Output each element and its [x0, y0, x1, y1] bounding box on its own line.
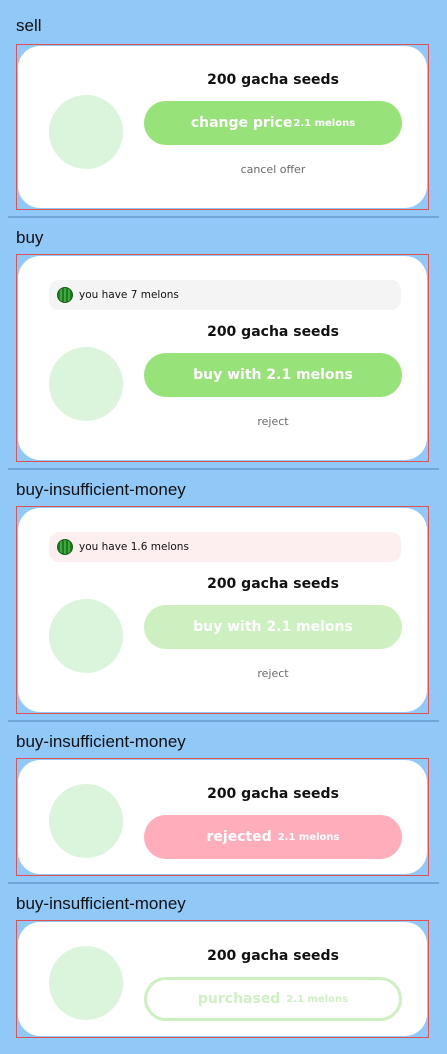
reject-link[interactable]: reject: [144, 667, 402, 680]
section-rejected: buy-insufficient-money 200 gacha seeds r…: [0, 722, 447, 884]
preview-frame: 200 gacha seeds rejected 2.1 melons: [16, 758, 429, 876]
section-buy: buy you have 7 melons 200 gacha seeds bu…: [0, 218, 447, 470]
section-buy-insufficient: buy-insufficient-money you have 1.6 melo…: [0, 470, 447, 722]
item-title: 200 gacha seeds: [207, 786, 339, 802]
preview-frame: you have 1.6 melons 200 gacha seeds buy …: [16, 506, 429, 714]
button-label: purchased: [197, 991, 281, 1007]
button-price: 2.1 melons: [286, 993, 349, 1005]
button-price: 2.1 melons: [277, 831, 340, 843]
preview-frame: you have 7 melons 200 gacha seeds buy wi…: [16, 254, 429, 462]
item-image: [49, 347, 123, 421]
balance-text: you have 1.6 melons: [79, 541, 189, 553]
section-title: sell: [16, 16, 42, 35]
cancel-offer-link[interactable]: cancel offer: [144, 163, 402, 176]
reject-link[interactable]: reject: [144, 415, 402, 428]
button-price: 2.1 melons: [293, 117, 356, 129]
item-title: 200 gacha seeds: [207, 72, 339, 88]
section-title: buy-insufficient-money: [16, 480, 186, 499]
button-label: rejected: [206, 829, 272, 845]
offer-card: you have 7 melons 200 gacha seeds buy wi…: [18, 256, 427, 460]
offer-card: you have 1.6 melons 200 gacha seeds buy …: [18, 508, 427, 712]
preview-frame: 200 gacha seeds purchased 2.1 melons: [16, 920, 429, 1038]
offer-card: 200 gacha seeds rejected 2.1 melons: [18, 760, 427, 874]
balance-banner: you have 7 melons: [49, 280, 401, 310]
balance-banner: you have 1.6 melons: [49, 532, 401, 562]
change-price-button[interactable]: change price 2.1 melons: [144, 101, 402, 145]
section-title: buy-insufficient-money: [16, 894, 186, 913]
item-title: 200 gacha seeds: [207, 948, 339, 964]
offer-card: 200 gacha seeds change price 2.1 melons …: [18, 46, 427, 208]
item-title: 200 gacha seeds: [207, 576, 339, 592]
watermelon-icon: [57, 287, 73, 303]
section-sell: sell 200 gacha seeds change price 2.1 me…: [0, 0, 447, 218]
item-image: [49, 784, 123, 858]
watermelon-icon: [57, 539, 73, 555]
buy-button-disabled[interactable]: buy with 2.1 melons: [144, 605, 402, 649]
button-label: change price: [190, 115, 293, 131]
item-title: 200 gacha seeds: [207, 324, 339, 340]
item-image: [49, 599, 123, 673]
preview-frame: 200 gacha seeds change price 2.1 melons …: [16, 44, 429, 210]
item-image: [49, 946, 123, 1020]
rejected-status-button: rejected 2.1 melons: [144, 815, 402, 859]
balance-text: you have 7 melons: [79, 289, 179, 301]
purchased-status-button: purchased 2.1 melons: [144, 977, 402, 1021]
section-title: buy: [16, 228, 44, 247]
section-purchased: buy-insufficient-money 200 gacha seeds p…: [0, 884, 447, 1054]
buy-button[interactable]: buy with 2.1 melons: [144, 353, 402, 397]
section-title: buy-insufficient-money: [16, 732, 186, 751]
item-image: [49, 95, 123, 169]
offer-card: 200 gacha seeds purchased 2.1 melons: [18, 922, 427, 1036]
